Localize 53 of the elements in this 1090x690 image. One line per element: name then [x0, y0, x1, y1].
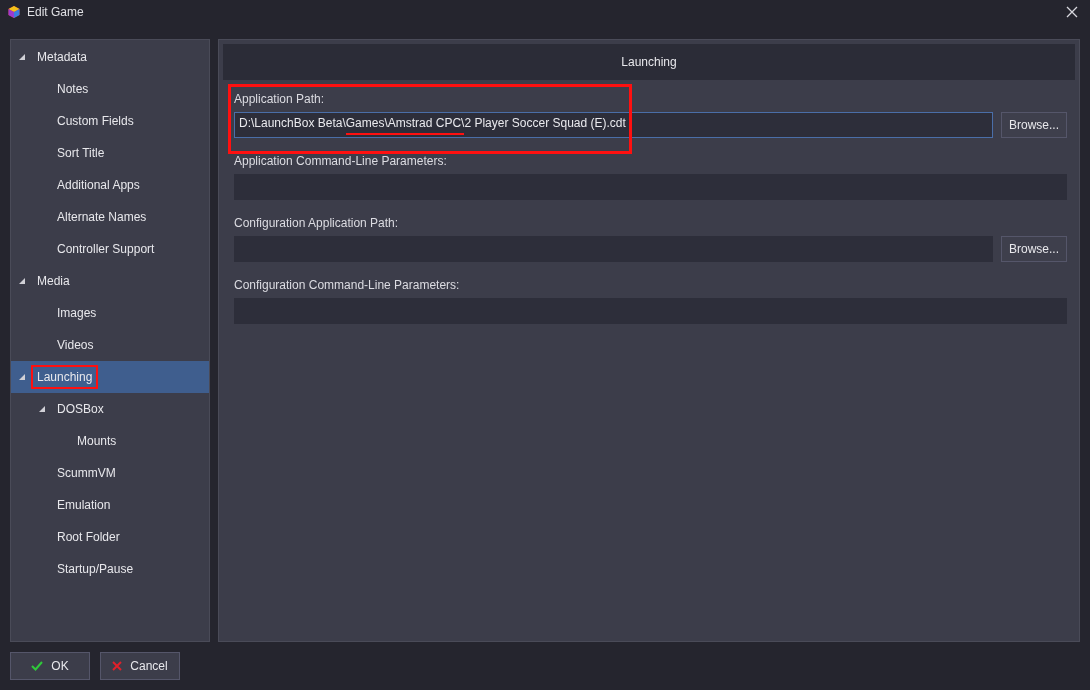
- window-title: Edit Game: [27, 5, 85, 19]
- tree-item[interactable]: Media: [11, 265, 209, 297]
- ok-button[interactable]: OK: [10, 652, 90, 680]
- tree-item[interactable]: Images: [11, 297, 209, 329]
- tree-item[interactable]: ScummVM: [11, 457, 209, 489]
- tree-item-label: Videos: [56, 337, 95, 354]
- tree-item[interactable]: Launching: [11, 361, 209, 393]
- tree-item-label: Additional Apps: [56, 177, 141, 194]
- tree-item-label: Mounts: [76, 433, 118, 450]
- field-label: Application Path:: [234, 92, 326, 106]
- tree-item[interactable]: Custom Fields: [11, 105, 209, 137]
- tree-item-label: Metadata: [36, 49, 89, 66]
- tree-item-label: Media: [36, 273, 71, 290]
- field-label: Configuration Application Path:: [234, 216, 400, 230]
- expander-icon[interactable]: [19, 374, 25, 380]
- tree-item-label: Startup/Pause: [56, 561, 135, 578]
- tree-item-label: Sort Title: [56, 145, 106, 162]
- expander-icon[interactable]: [39, 406, 45, 412]
- tree-item-label: Launching: [31, 365, 99, 389]
- tree-item[interactable]: DOSBox: [11, 393, 209, 425]
- cross-icon: [112, 661, 123, 671]
- tree-item[interactable]: Sort Title: [11, 137, 209, 169]
- tree-item[interactable]: Emulation: [11, 489, 209, 521]
- app-logo-icon: [8, 6, 20, 18]
- tree-item-label: ScummVM: [56, 465, 117, 482]
- expander-icon[interactable]: [19, 278, 25, 284]
- tree-item[interactable]: Startup/Pause: [11, 553, 209, 585]
- tree-item[interactable]: Controller Support: [11, 233, 209, 265]
- browse-button[interactable]: Browse...: [1001, 112, 1067, 138]
- tree-item[interactable]: Alternate Names: [11, 201, 209, 233]
- checkmark-icon: [31, 661, 44, 671]
- cancel-button[interactable]: Cancel: [100, 652, 180, 680]
- expander-icon[interactable]: [19, 54, 25, 60]
- browse-button[interactable]: Browse...: [1001, 236, 1067, 262]
- tree-item[interactable]: Videos: [11, 329, 209, 361]
- tree-item-label: Root Folder: [56, 529, 121, 546]
- input-field[interactable]: D:\LaunchBox Beta\Games\Amstrad CPC\2 Player Soccer Squad (E).cdt: [234, 112, 993, 138]
- tree-item-label: Emulation: [56, 497, 112, 514]
- field-label: Application Command-Line Parameters:: [234, 154, 448, 168]
- tree-item-label: Custom Fields: [56, 113, 135, 130]
- tree-item[interactable]: Notes: [11, 73, 209, 105]
- tree-item[interactable]: Additional Apps: [11, 169, 209, 201]
- tree-item[interactable]: Root Folder: [11, 521, 209, 553]
- field-label: Configuration Command-Line Parameters:: [234, 278, 461, 292]
- tree-item-label: DOSBox: [56, 401, 105, 418]
- close-icon[interactable]: [1066, 6, 1078, 18]
- tree-item-label: Alternate Names: [56, 209, 148, 226]
- tree-item-label: Images: [56, 305, 98, 322]
- tree-item[interactable]: Mounts: [11, 425, 209, 457]
- section-header: Launching: [223, 44, 1075, 80]
- tree-item-label: Controller Support: [56, 241, 156, 258]
- tree-item-label: Notes: [56, 81, 90, 98]
- tree-item[interactable]: Metadata: [11, 41, 209, 73]
